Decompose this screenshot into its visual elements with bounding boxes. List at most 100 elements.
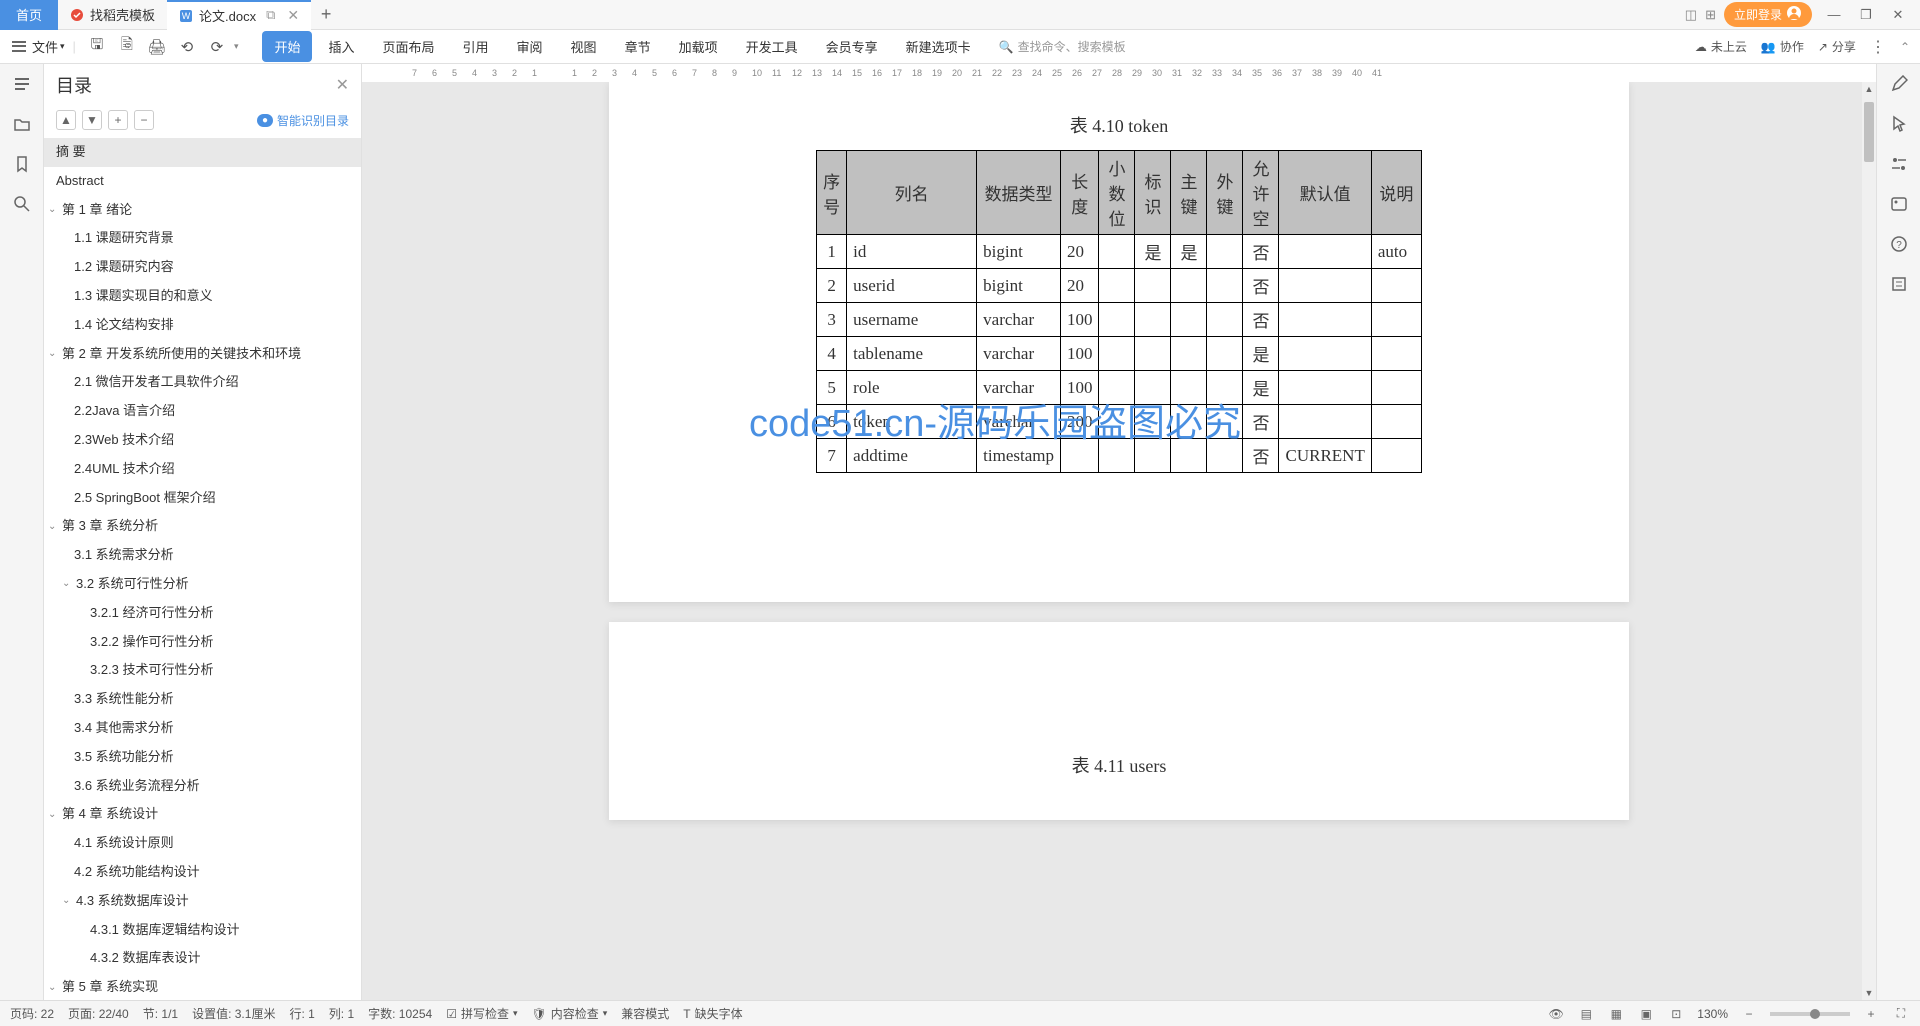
view-outline-icon[interactable]: ▦	[1607, 1005, 1625, 1023]
ribbon-layout[interactable]: 页面布局	[371, 31, 447, 62]
zoom-out-icon[interactable]: −	[1740, 1005, 1758, 1023]
status-words[interactable]: 字数: 10254	[368, 1005, 432, 1022]
table-cell[interactable]	[1171, 439, 1207, 473]
status-row[interactable]: 行: 1	[289, 1005, 314, 1022]
table-cell[interactable]	[1371, 405, 1421, 439]
table-cell[interactable]	[1099, 269, 1135, 303]
table-cell[interactable]	[1060, 439, 1099, 473]
tab-home[interactable]: 首页	[0, 0, 58, 30]
toc-item[interactable]: ⌄第 4 章 系统设计	[44, 800, 361, 829]
table-cell[interactable]	[1099, 235, 1135, 269]
table-cell[interactable]: 4	[817, 337, 847, 371]
zoom-slider[interactable]	[1770, 1012, 1850, 1016]
table-cell[interactable]: 否	[1243, 303, 1279, 337]
table-cell[interactable]: varchar	[977, 337, 1061, 371]
table-cell[interactable]	[1371, 269, 1421, 303]
toc-item[interactable]: 3.5 系统功能分析	[44, 743, 361, 772]
table-cell[interactable]: 否	[1243, 439, 1279, 473]
table-cell[interactable]	[1371, 303, 1421, 337]
file-menu[interactable]: 文件 ▾	[32, 37, 65, 56]
table-cell[interactable]: 20	[1060, 269, 1099, 303]
ribbon-devtools[interactable]: 开发工具	[734, 31, 810, 62]
toc-item[interactable]: ⌄第 5 章 系统实现	[44, 973, 361, 1000]
table-cell[interactable]	[1207, 269, 1243, 303]
status-col[interactable]: 列: 1	[329, 1005, 354, 1022]
toc-close-icon[interactable]: ✕	[336, 75, 349, 95]
table-cell[interactable]	[1207, 337, 1243, 371]
document-page-2[interactable]: 表 4.11 users	[609, 622, 1629, 820]
toc-item[interactable]: ⌄第 2 章 开发系统所使用的关键技术和环境	[44, 340, 361, 369]
table-cell[interactable]	[1135, 371, 1171, 405]
toc-down-icon[interactable]: ▼	[82, 110, 102, 130]
status-section[interactable]: 节: 1/1	[143, 1005, 178, 1022]
table-cell[interactable]: 2	[817, 269, 847, 303]
table-cell[interactable]: 1	[817, 235, 847, 269]
gallery-icon[interactable]	[1887, 192, 1911, 216]
toc-item[interactable]: 4.3.1 数据库逻辑结构设计	[44, 916, 361, 945]
save-icon[interactable]: 🖫	[84, 34, 110, 60]
table-cell[interactable]	[1135, 337, 1171, 371]
more-menu[interactable]: ⋮	[1870, 37, 1886, 57]
print-icon[interactable]: 🖨	[144, 34, 170, 60]
table-cell[interactable]: addtime	[847, 439, 977, 473]
table-cell[interactable]	[1171, 405, 1207, 439]
table-cell[interactable]	[1135, 439, 1171, 473]
table-cell[interactable]	[1099, 405, 1135, 439]
minimize-button[interactable]: —	[1820, 3, 1848, 27]
toc-item[interactable]: 2.2Java 语言介绍	[44, 397, 361, 426]
table-cell[interactable]: varchar	[977, 371, 1061, 405]
chevron-down-icon[interactable]: ⌄	[48, 346, 62, 362]
login-button[interactable]: 立即登录	[1724, 2, 1812, 27]
appearance-icon[interactable]: ◫	[1685, 7, 1697, 23]
ribbon-start[interactable]: 开始	[262, 31, 312, 62]
table-cell[interactable]	[1207, 371, 1243, 405]
table-cell[interactable]: bigint	[977, 235, 1061, 269]
toc-item[interactable]: 摘 要	[44, 138, 361, 167]
table-cell[interactable]: 是	[1243, 371, 1279, 405]
toc-item[interactable]: 2.1 微信开发者工具软件介绍	[44, 368, 361, 397]
tab-template[interactable]: 找稻壳模板	[58, 0, 167, 30]
table-cell[interactable]: 是	[1243, 337, 1279, 371]
table-cell[interactable]: id	[847, 235, 977, 269]
toc-item[interactable]: 4.1 系统设计原则	[44, 829, 361, 858]
zoom-in-icon[interactable]: +	[1862, 1005, 1880, 1023]
toc-item[interactable]: 4.3.2 数据库表设计	[44, 944, 361, 973]
table-cell[interactable]: varchar	[977, 303, 1061, 337]
select-icon[interactable]	[1887, 112, 1911, 136]
table-cell[interactable]	[1279, 303, 1371, 337]
toc-item[interactable]: 2.4UML 技术介绍	[44, 455, 361, 484]
ribbon-insert[interactable]: 插入	[316, 31, 366, 62]
edit-icon[interactable]	[1887, 72, 1911, 96]
toc-item[interactable]: 3.1 系统需求分析	[44, 541, 361, 570]
scroll-down-icon[interactable]: ▼	[1862, 986, 1876, 1000]
toc-item[interactable]: 3.2.1 经济可行性分析	[44, 599, 361, 628]
ribbon-review[interactable]: 审阅	[505, 31, 555, 62]
table-cell[interactable]: 7	[817, 439, 847, 473]
table-cell[interactable]: 3	[817, 303, 847, 337]
table-cell[interactable]	[1207, 235, 1243, 269]
table-cell[interactable]: 200	[1060, 405, 1099, 439]
ribbon-view[interactable]: 视图	[559, 31, 609, 62]
zoom-level[interactable]: 130%	[1697, 1007, 1728, 1021]
tab-close-icon[interactable]: ✕	[287, 7, 299, 24]
toc-item[interactable]: 3.6 系统业务流程分析	[44, 772, 361, 801]
table-cell[interactable]: 100	[1060, 303, 1099, 337]
collab-button[interactable]: 👥协作	[1761, 38, 1804, 55]
table-cell[interactable]	[1371, 337, 1421, 371]
table-cell[interactable]	[1207, 303, 1243, 337]
toc-item[interactable]: 3.4 其他需求分析	[44, 714, 361, 743]
print-preview-icon[interactable]: 🗟	[114, 34, 140, 60]
chevron-down-icon[interactable]: ⌄	[48, 202, 62, 218]
toc-up-icon[interactable]: ▲	[56, 110, 76, 130]
table-cell[interactable]: username	[847, 303, 977, 337]
search-rail-icon[interactable]	[10, 192, 34, 216]
table-cell[interactable]	[1099, 371, 1135, 405]
toc-item[interactable]: 3.2.3 技术可行性分析	[44, 656, 361, 685]
table-cell[interactable]: 100	[1060, 337, 1099, 371]
chevron-down-icon[interactable]: ⌄	[48, 519, 62, 535]
outline-icon[interactable]	[10, 72, 34, 96]
table-cell[interactable]: userid	[847, 269, 977, 303]
table-cell[interactable]	[1135, 269, 1171, 303]
search-box[interactable]: 🔍 查找命令、搜索模板	[999, 38, 1126, 55]
table-cell[interactable]: 是	[1135, 235, 1171, 269]
